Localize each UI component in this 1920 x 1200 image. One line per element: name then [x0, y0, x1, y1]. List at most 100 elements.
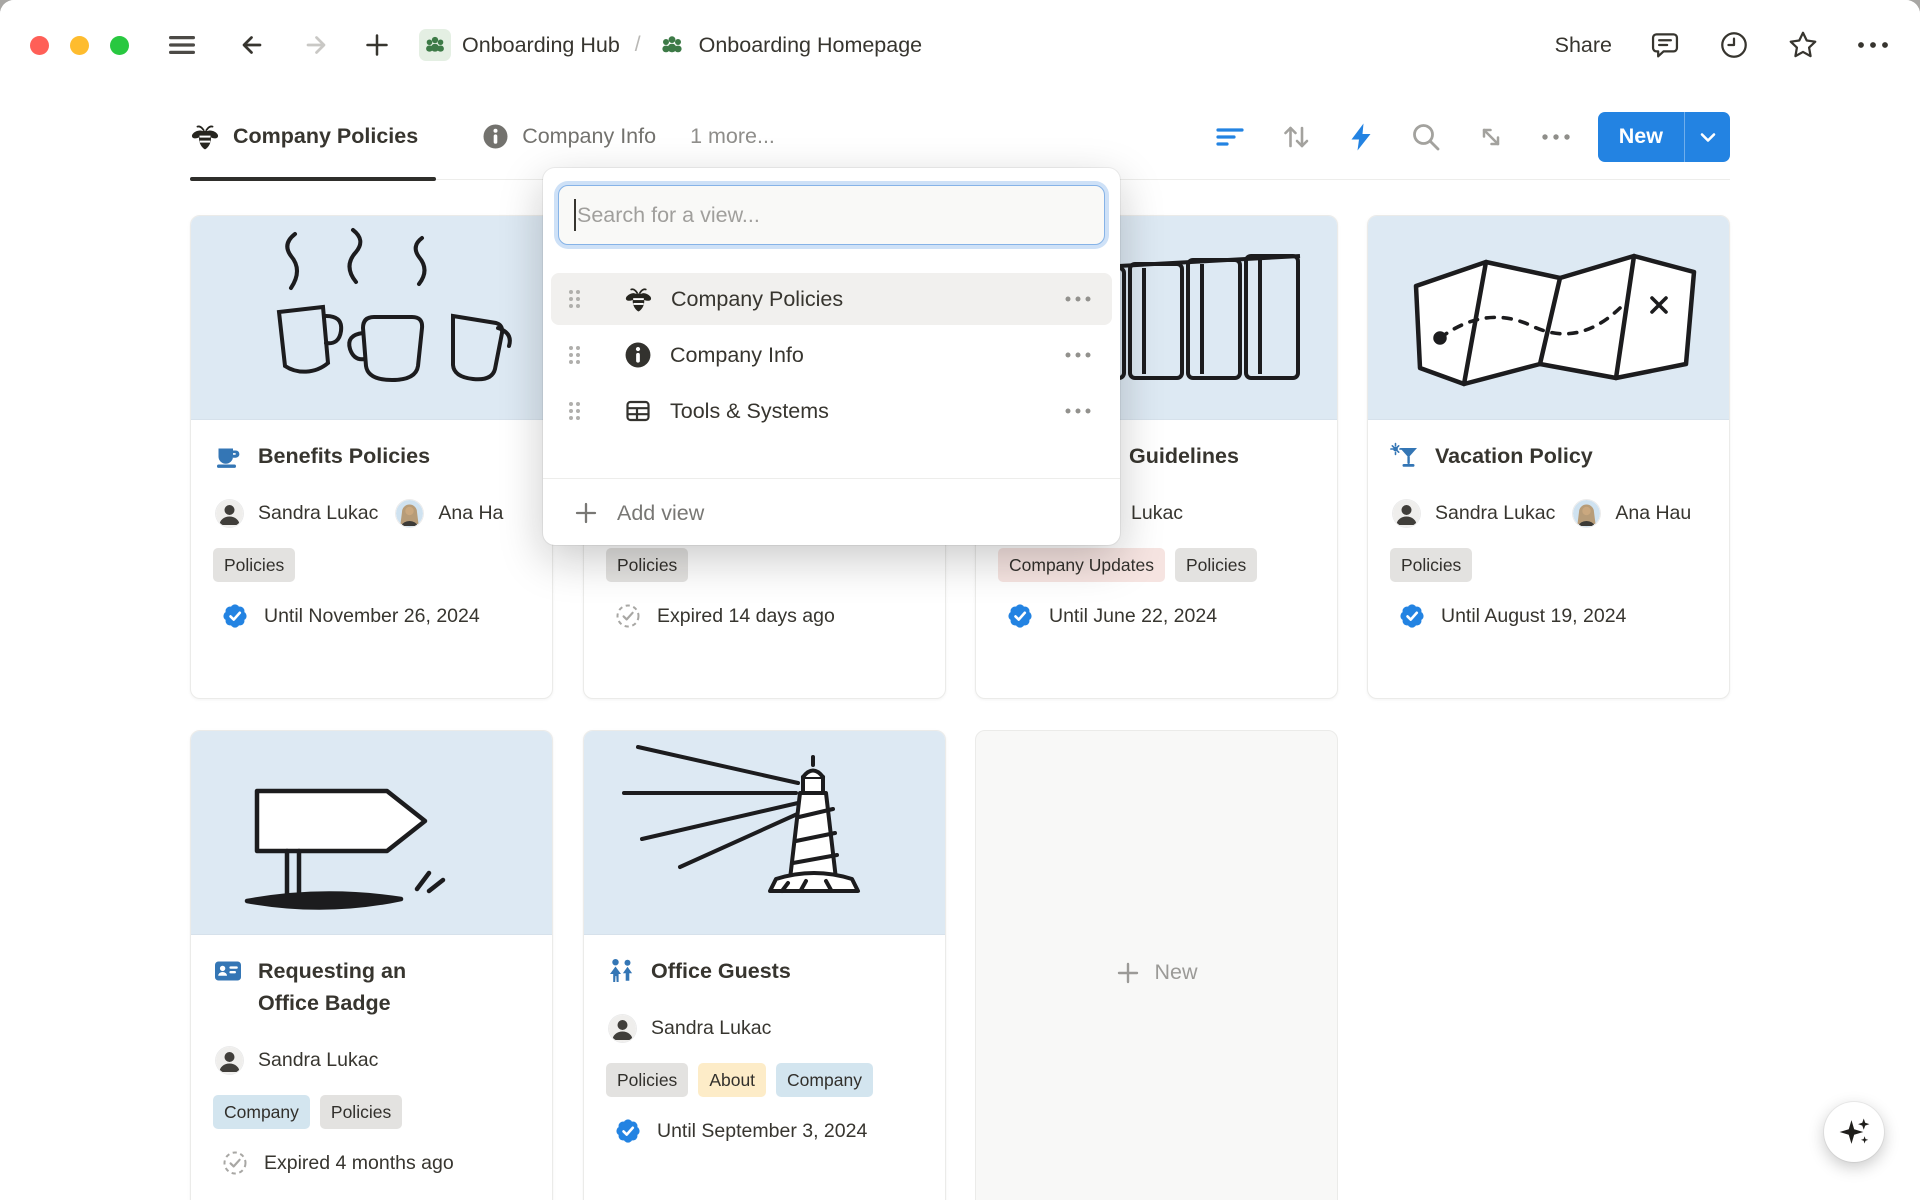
ai-assistant-button[interactable] — [1824, 1102, 1884, 1162]
add-view-label: Add view — [617, 501, 704, 526]
app-window: Onboarding Hub / Onboarding Homepage Sha… — [0, 0, 1920, 1200]
table-icon — [624, 397, 652, 425]
new-record-button-group: New — [1598, 112, 1730, 162]
card-vacation-policy[interactable]: Vacation Policy Sandra Lukac Ana Hau Pol… — [1367, 215, 1730, 699]
card-owner-row: Sandra Lukac — [213, 1045, 530, 1075]
card-content: Requesting an Office Badge Sandra Lukac … — [191, 935, 552, 1177]
owner-name: Ana Hau — [1615, 502, 1691, 525]
avatar-ana — [1573, 500, 1600, 527]
back-button[interactable] — [237, 30, 267, 60]
more-views-button[interactable]: 1 more... — [690, 124, 775, 149]
plus-icon — [363, 31, 391, 59]
titlebar: Onboarding Hub / Onboarding Homepage Sha… — [0, 0, 1920, 90]
close-window-button[interactable] — [30, 36, 49, 55]
avatar-sandra — [216, 1047, 243, 1074]
zoom-window-button[interactable] — [110, 36, 129, 55]
sort-button[interactable] — [1280, 122, 1312, 152]
back-arrow-icon — [237, 30, 267, 60]
breadcrumb-current[interactable]: Onboarding Homepage — [699, 33, 923, 58]
avatar-sandra — [1393, 500, 1420, 527]
tag-company-updates: Company Updates — [998, 548, 1165, 582]
minimize-window-button[interactable] — [70, 36, 89, 55]
card-content: Office Guests Sandra Lukac Policies Abou… — [584, 935, 945, 1145]
breadcrumb-root[interactable]: Onboarding Hub — [462, 33, 620, 58]
avatar-sandra — [216, 500, 243, 527]
status-text: Expired 4 months ago — [264, 1152, 454, 1175]
owner-name: Sandra Lukac — [651, 1017, 771, 1040]
new-record-button[interactable]: New — [1598, 112, 1685, 162]
share-button[interactable]: Share — [1555, 33, 1612, 58]
card-status: Expired 14 days ago — [606, 602, 923, 630]
lightning-icon — [1346, 121, 1376, 153]
new-card-label: New — [1154, 960, 1197, 985]
tab-company-policies[interactable]: Company Policies — [190, 94, 436, 179]
search-icon — [1410, 121, 1442, 153]
card-title-text: Guidelines — [1129, 440, 1239, 472]
tag-policies: Policies — [1390, 548, 1472, 582]
tag-policies: Policies — [606, 1063, 688, 1097]
card-owner-row: Sandra Lukac Ana Ha — [213, 498, 530, 528]
expand-view-button[interactable] — [1476, 122, 1506, 152]
add-view-button[interactable]: Add view — [573, 492, 704, 534]
breadcrumb-separator: / — [635, 33, 641, 57]
view-item-company-policies[interactable]: Company Policies — [551, 273, 1112, 325]
filter-button[interactable] — [1214, 123, 1246, 151]
forward-button[interactable] — [301, 30, 331, 60]
card-tags: Policies — [213, 548, 530, 582]
star-icon — [1787, 29, 1819, 61]
tab-company-info[interactable]: Company Info — [482, 94, 656, 179]
card-title-text: Vacation Policy — [1435, 440, 1593, 472]
owner-name: Sandra Lukac — [1435, 502, 1555, 525]
comments-button[interactable] — [1649, 29, 1681, 61]
card-cover-mugs-doodle — [191, 216, 552, 420]
drag-handle-icon[interactable] — [567, 400, 582, 422]
tag-company: Company — [776, 1063, 873, 1097]
sidebar-menu-button[interactable] — [167, 32, 197, 58]
automations-button[interactable] — [1346, 121, 1376, 153]
card-owner-row: Sandra Lukac Ana Hau — [1390, 498, 1707, 528]
card-cover-signpost-doodle — [191, 731, 552, 935]
status-text: Until June 22, 2024 — [1049, 605, 1217, 628]
plus-icon — [573, 500, 599, 526]
search-button[interactable] — [1410, 121, 1442, 153]
bee-icon — [190, 122, 220, 152]
new-page-button[interactable] — [363, 31, 391, 59]
drag-handle-icon[interactable] — [567, 344, 582, 366]
card-benefits-policies[interactable]: Benefits Policies Sandra Lukac Ana Ha Po… — [190, 215, 553, 699]
breadcrumb: Onboarding Hub / Onboarding Homepage — [419, 29, 922, 61]
two-people-icon — [606, 956, 636, 986]
tag-policies: Policies — [320, 1095, 402, 1129]
view-item-options-button[interactable] — [1064, 407, 1092, 415]
menu-divider — [543, 478, 1120, 479]
new-record-dropdown-button[interactable] — [1685, 112, 1730, 162]
card-requesting-office-badge[interactable]: Requesting an Office Badge Sandra Lukac … — [190, 730, 553, 1200]
comment-icon — [1649, 29, 1681, 61]
view-item-options-button[interactable] — [1064, 295, 1092, 303]
card-title-text: Benefits Policies — [258, 440, 430, 472]
onboarding-homepage-icon — [656, 29, 688, 61]
view-item-tools-systems[interactable]: Tools & Systems — [551, 385, 1112, 437]
history-button[interactable] — [1718, 29, 1750, 61]
page-options-button[interactable] — [1856, 40, 1890, 50]
drag-handle-icon[interactable] — [567, 288, 582, 310]
tag-policies: Policies — [606, 548, 688, 582]
tag-policies: Policies — [213, 548, 295, 582]
view-item-options-button[interactable] — [1064, 351, 1092, 359]
card-content: Benefits Policies Sandra Lukac Ana Ha Po… — [191, 420, 552, 630]
card-owner-row: Sandra Lukac — [606, 1013, 923, 1043]
view-search — [558, 185, 1105, 245]
status-text: Until August 19, 2024 — [1441, 605, 1626, 628]
card-office-guests[interactable]: Office Guests Sandra Lukac Policies Abou… — [583, 730, 946, 1200]
bee-icon — [624, 285, 653, 314]
window-controls — [30, 36, 129, 55]
card-title: Vacation Policy — [1390, 440, 1707, 472]
expired-check-icon — [221, 1149, 249, 1177]
view-search-input[interactable] — [558, 185, 1105, 245]
new-card-placeholder[interactable]: New — [975, 730, 1338, 1200]
favorite-button[interactable] — [1787, 29, 1819, 61]
plus-icon — [1115, 960, 1141, 986]
owner-name: Ana Ha — [438, 502, 503, 525]
view-item-company-info[interactable]: Company Info — [551, 329, 1112, 381]
view-options-button[interactable] — [1540, 132, 1572, 142]
ellipsis-icon — [1540, 132, 1572, 142]
